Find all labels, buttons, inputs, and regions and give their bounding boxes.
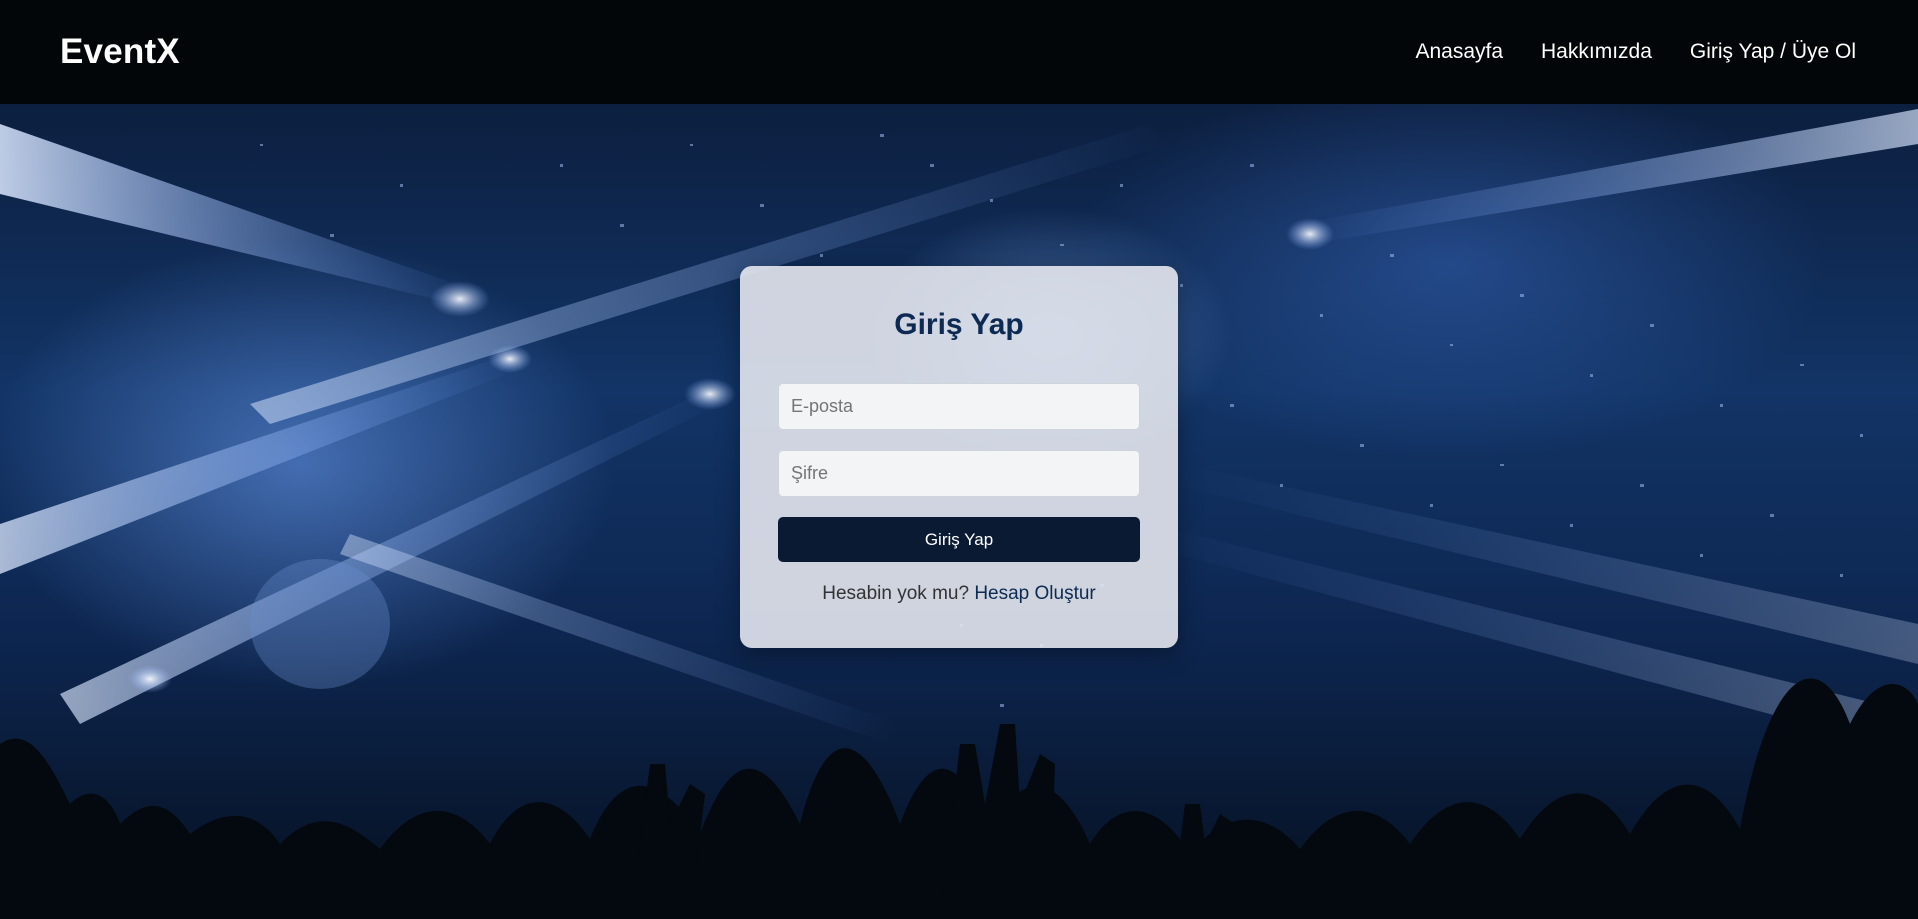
nav-link-login-signup[interactable]: Giriş Yap / Üye Ol [1690, 40, 1856, 64]
signup-prompt-text: Hesabin yok mu? [822, 583, 970, 604]
brand-logo[interactable]: EventX [60, 32, 180, 72]
login-card: Giriş Yap Giriş Yap Hesabin yok mu? Hesa… [740, 266, 1178, 648]
create-account-link[interactable]: Hesap Oluştur [974, 583, 1095, 604]
password-input[interactable] [778, 450, 1140, 497]
login-title: Giriş Yap [894, 308, 1024, 341]
nav-link-about[interactable]: Hakkımızda [1541, 40, 1652, 64]
login-submit-button[interactable]: Giriş Yap [778, 517, 1140, 562]
nav-links: Anasayfa Hakkımızda Giriş Yap / Üye Ol [1415, 40, 1856, 64]
signup-prompt-line: Hesabin yok mu? Hesap Oluştur [740, 583, 1178, 605]
nav-link-home[interactable]: Anasayfa [1415, 40, 1503, 64]
email-input[interactable] [778, 383, 1140, 430]
top-navbar: EventX Anasayfa Hakkımızda Giriş Yap / Ü… [0, 0, 1918, 104]
